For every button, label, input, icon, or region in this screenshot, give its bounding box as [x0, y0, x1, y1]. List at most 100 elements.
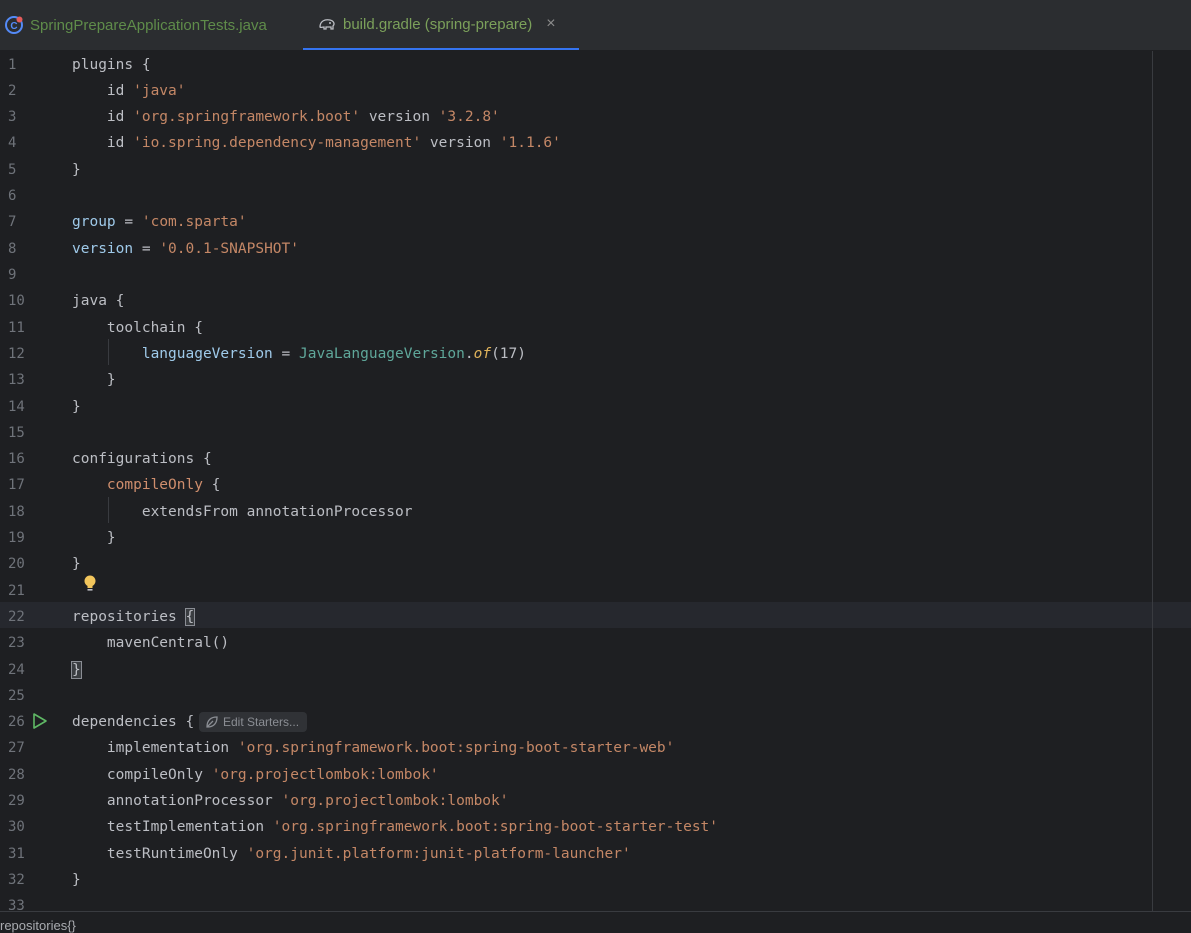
code-string: '1.1.6': [499, 135, 561, 151]
close-icon[interactable]: ×: [546, 15, 555, 33]
code-line: }: [72, 525, 116, 551]
tab-spring-prepare-application-tests[interactable]: C SpringPrepareApplicationTests.java: [0, 0, 303, 50]
lightbulb-icon[interactable]: [82, 574, 98, 598]
line-number: 21: [8, 583, 25, 599]
code-line: version = '0.0.1-SNAPSHOT': [72, 236, 299, 262]
tab-label: SpringPrepareApplicationTests.java: [30, 16, 267, 34]
code-token: }: [72, 530, 116, 546]
code-token: id: [72, 135, 134, 151]
gradle-elephant-icon: [317, 14, 337, 34]
code-token: id: [72, 83, 134, 99]
code-line: toolchain {: [72, 315, 203, 341]
code-token: }: [72, 399, 81, 415]
code-token: }: [72, 162, 81, 178]
line-number: 5: [8, 162, 17, 178]
code-token: }: [72, 556, 81, 572]
code-line: id 'org.springframework.boot' version '3…: [72, 104, 500, 130]
line-number: 17: [8, 477, 25, 493]
code-string: 'java': [133, 83, 186, 99]
tab-build-gradle[interactable]: build.gradle (spring-prepare) ×: [303, 0, 579, 50]
line-number: 14: [8, 399, 25, 415]
code-string: 'org.springframework.boot:spring-boot-st…: [237, 740, 675, 756]
java-test-class-icon: C: [4, 15, 24, 35]
code-token: configurations {: [72, 451, 212, 467]
matched-bracket: }: [71, 661, 82, 679]
code-token: mavenCentral(): [72, 635, 230, 651]
line-number: 3: [8, 109, 17, 125]
line-number: 19: [8, 530, 25, 546]
matched-bracket: {: [184, 608, 196, 626]
line-number: 16: [8, 451, 25, 467]
line-number-gutter: 1 2 3 4 5 6 7 8 9 10 11 12 13 14 15 16 1…: [0, 51, 62, 914]
breadcrumb-bar: repositories{}: [0, 911, 1191, 933]
svg-text:C: C: [10, 21, 17, 32]
line-number: 28: [8, 767, 25, 783]
code-line: java {: [72, 288, 124, 314]
line-number: 1: [8, 57, 17, 73]
spring-leaf-icon: [205, 715, 219, 729]
tab-label: build.gradle (spring-prepare): [343, 15, 533, 33]
code-token: dependencies {: [72, 714, 195, 730]
code-line: group = 'com.sparta': [72, 209, 247, 235]
code-token: extendsFrom annotationProcessor: [72, 504, 413, 520]
line-number: 31: [8, 846, 25, 862]
code-line: configurations {: [72, 446, 212, 472]
line-number: 12: [8, 346, 25, 362]
code-keyword: compileOnly: [106, 477, 203, 493]
code-line: }: [72, 551, 81, 577]
code-string: '0.0.1-SNAPSHOT': [159, 241, 299, 257]
code-string: 'org.projectlombok:lombok': [281, 793, 509, 809]
code-property: version: [72, 241, 134, 257]
code-line: compileOnly 'org.projectlombok:lombok': [72, 762, 439, 788]
line-number: 2: [8, 83, 17, 99]
line-number: 25: [8, 688, 25, 704]
code-line: testImplementation 'org.springframework.…: [72, 814, 718, 840]
code-editor[interactable]: 1 2 3 4 5 6 7 8 9 10 11 12 13 14 15 16 1…: [0, 51, 1191, 914]
code-line: }: [72, 367, 116, 393]
run-gutter-icon[interactable]: [32, 712, 48, 734]
code-token: implementation: [72, 740, 238, 756]
code-string: 'io.spring.dependency-management': [133, 135, 422, 151]
code-token: =: [133, 241, 160, 257]
line-number: 24: [8, 662, 25, 678]
code-line: }: [72, 394, 81, 420]
line-number: 11: [8, 320, 25, 336]
line-number: 10: [8, 293, 25, 309]
editor-tab-bar: C SpringPrepareApplicationTests.java bui…: [0, 0, 1191, 51]
code-line: }: [72, 157, 81, 183]
line-number: 27: [8, 740, 25, 756]
edit-starters-hint[interactable]: Edit Starters...: [199, 712, 308, 732]
code-method: of: [473, 346, 492, 362]
line-number: 7: [8, 214, 17, 230]
code-line: annotationProcessor 'org.projectlombok:l…: [72, 788, 509, 814]
edit-starters-label: Edit Starters...: [223, 715, 300, 729]
code-token: java {: [72, 293, 125, 309]
code-token: =: [115, 214, 142, 230]
code-line: mavenCentral(): [72, 630, 229, 656]
line-number: 29: [8, 793, 25, 809]
line-number: 18: [8, 504, 25, 520]
code-string: 'com.sparta': [141, 214, 247, 230]
code-string: 'org.projectlombok:lombok': [211, 767, 439, 783]
code-line: languageVersion = JavaLanguageVersion.of…: [72, 341, 526, 367]
line-number: 4: [8, 135, 17, 151]
code-line: implementation 'org.springframework.boot…: [72, 735, 674, 761]
code-line: id 'java': [72, 78, 186, 104]
line-number: 9: [8, 267, 17, 283]
code-token: version: [360, 109, 439, 125]
code-token: testRuntimeOnly: [72, 846, 247, 862]
code-string: 'org.springframework.boot:spring-boot-st…: [272, 819, 719, 835]
code-string: 'org.springframework.boot': [133, 109, 361, 125]
line-number: 13: [8, 372, 25, 388]
code-token: annotationProcessor: [72, 793, 282, 809]
code-line: repositories {: [72, 604, 196, 630]
code-token: =: [272, 346, 299, 362]
line-number: 20: [8, 556, 25, 572]
code-line: }: [72, 867, 81, 893]
code-property: languageVersion: [141, 346, 273, 362]
code-token: }: [72, 372, 116, 388]
line-number: 32: [8, 872, 25, 888]
line-number: 15: [8, 425, 25, 441]
